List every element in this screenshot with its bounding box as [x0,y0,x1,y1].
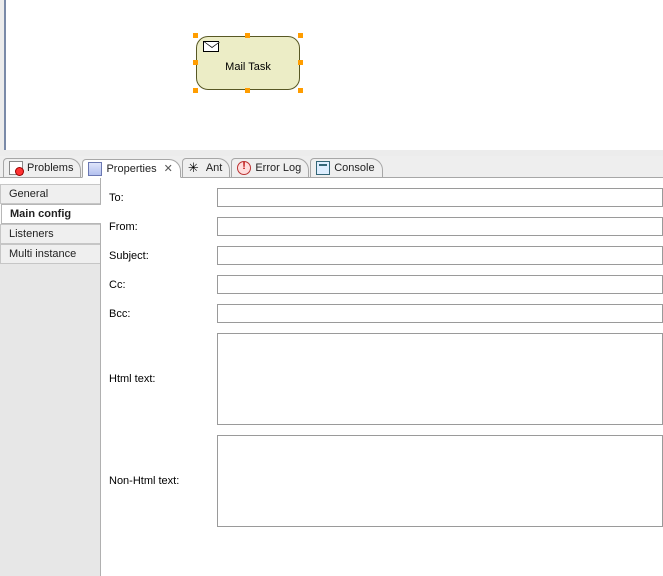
to-field[interactable] [217,188,663,207]
cc-field[interactable] [217,275,663,294]
sidetab-spacer [0,264,100,576]
tab-label: Console [334,162,374,174]
mail-task-node[interactable]: Mail Task [196,36,300,90]
resize-handle[interactable] [245,88,250,93]
subject-field[interactable] [217,246,663,265]
console-icon [316,161,330,175]
html-text-label: Html text: [109,373,217,385]
sidetab-main-config[interactable]: Main config [1,204,101,224]
properties-icon [88,162,102,176]
sidetab-general[interactable]: General [0,184,100,204]
tab-label: Ant [206,162,223,174]
close-icon[interactable]: ✕ [164,162,173,175]
tab-properties[interactable]: Properties ✕ [82,159,180,178]
resize-handle[interactable] [193,88,198,93]
main-config-form: To: From: Subject: Cc: Bcc: Html text: N… [101,178,663,576]
bcc-field[interactable] [217,304,663,323]
envelope-icon [203,41,219,52]
property-category-tabs: General Main config Listeners Multi inst… [0,178,101,576]
bcc-label: Bcc: [109,308,217,320]
from-field[interactable] [217,217,663,236]
to-label: To: [109,192,217,204]
task-label: Mail Task [225,61,271,73]
tab-label: Problems [27,162,73,174]
tab-label: Properties [106,163,156,175]
tab-console[interactable]: Console [310,158,382,177]
ant-icon [188,161,202,175]
resize-handle[interactable] [193,60,198,65]
from-label: From: [109,221,217,233]
cc-label: Cc: [109,279,217,291]
tab-problems[interactable]: Problems [3,158,81,177]
error-log-icon [237,161,251,175]
resize-handle[interactable] [298,33,303,38]
tab-error-log[interactable]: Error Log [231,158,309,177]
resize-handle[interactable] [298,88,303,93]
properties-view: General Main config Listeners Multi inst… [0,178,663,576]
resize-handle[interactable] [298,60,303,65]
html-text-field[interactable] [217,333,663,425]
subject-label: Subject: [109,250,217,262]
views-tab-bar: Problems Properties ✕ Ant Error Log Cons… [0,156,663,178]
tab-label: Error Log [255,162,301,174]
non-html-text-label: Non-Html text: [109,475,217,487]
non-html-text-field[interactable] [217,435,663,527]
sidetab-multi-instance[interactable]: Multi instance [0,244,100,264]
resize-handle[interactable] [245,33,250,38]
tab-ant[interactable]: Ant [182,158,231,177]
diagram-canvas[interactable]: Mail Task [4,0,663,150]
sidetab-listeners[interactable]: Listeners [0,224,100,244]
problems-icon [9,161,23,175]
resize-handle[interactable] [193,33,198,38]
